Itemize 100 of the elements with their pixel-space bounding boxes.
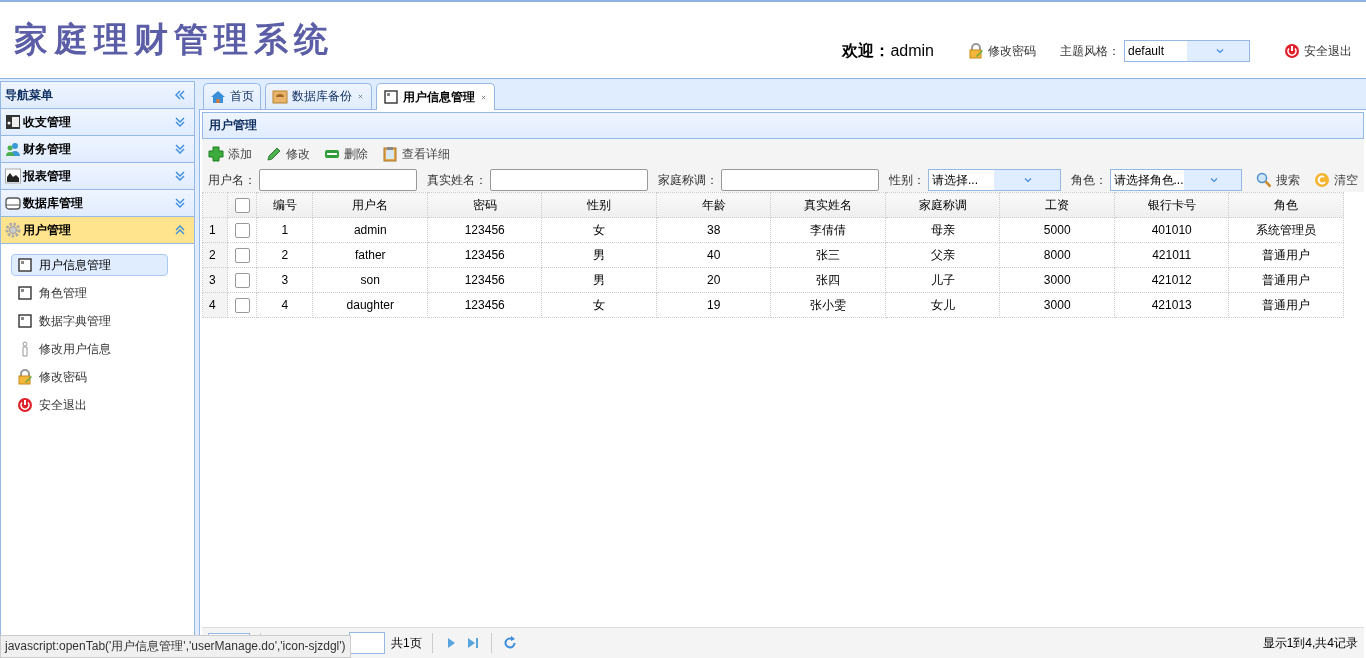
table-cell: 女: [541, 217, 657, 243]
change-password-link[interactable]: 修改密码: [968, 42, 1036, 60]
menu-section[interactable]: 财务管理: [1, 136, 194, 163]
tab[interactable]: 用户信息管理: [376, 83, 495, 110]
delete-button[interactable]: 删除: [324, 145, 368, 163]
table-cell: daughter: [312, 292, 428, 318]
column-header[interactable]: 密码: [427, 192, 542, 218]
input-field[interactable]: [490, 169, 648, 191]
close-icon: [356, 92, 365, 101]
undo-icon: [1314, 172, 1330, 188]
table-cell: 张四: [770, 267, 886, 293]
column-header[interactable]: 编号: [256, 192, 313, 218]
row-number: 1: [202, 217, 228, 243]
add-button[interactable]: 添加: [208, 145, 252, 163]
app-title: 家庭理财管理系统: [14, 18, 334, 61]
menu-item[interactable]: 安全退出: [11, 394, 168, 416]
logout-link[interactable]: 安全退出: [1284, 42, 1352, 60]
checkbox[interactable]: [234, 247, 250, 263]
table-cell: 123456: [427, 292, 542, 318]
column-header[interactable]: 性别: [541, 192, 657, 218]
table-cell: 8000: [999, 242, 1115, 268]
tab[interactable]: 首页: [203, 83, 261, 109]
table-cell: 123456: [427, 217, 542, 243]
theme-select[interactable]: default: [1124, 40, 1250, 62]
plus-icon: [208, 146, 224, 162]
column-header[interactable]: 角色: [1228, 192, 1344, 218]
window-icon: [383, 89, 399, 105]
theme-label: 主题风格：: [1060, 42, 1120, 60]
checkbox[interactable]: [234, 297, 250, 313]
user-name: admin: [890, 42, 934, 60]
table-cell: 4: [256, 292, 313, 318]
power-icon: [1284, 43, 1300, 59]
table-cell: 40: [656, 242, 771, 268]
page-count: 共1页: [391, 634, 422, 652]
table-cell: admin: [312, 217, 428, 243]
checkbox[interactable]: [234, 222, 250, 238]
select-field[interactable]: 请选择...: [928, 169, 1061, 191]
table-cell: son: [312, 267, 428, 293]
column-header[interactable]: 用户名: [312, 192, 428, 218]
power-icon: [17, 397, 33, 413]
menu-section[interactable]: 报表管理: [1, 163, 194, 190]
search-icon: [1256, 172, 1272, 188]
menu-item[interactable]: 修改密码: [11, 366, 168, 388]
search-button[interactable]: 搜索: [1256, 171, 1300, 189]
clear-button[interactable]: 清空: [1314, 171, 1358, 189]
menu-item[interactable]: 角色管理: [11, 282, 168, 304]
input-field[interactable]: [721, 169, 879, 191]
table-cell: 张小雯: [770, 292, 886, 318]
column-header[interactable]: 家庭称调: [885, 192, 1000, 218]
menu-section[interactable]: 收支管理: [1, 109, 194, 136]
home-icon: [210, 88, 226, 105]
details-button[interactable]: 查看详细: [382, 145, 450, 163]
menu-item[interactable]: 数据字典管理: [11, 310, 168, 332]
filter-label: 性别：: [889, 171, 925, 189]
table-cell: 421012: [1114, 267, 1229, 293]
package-icon: [272, 88, 288, 105]
filter-label: 角色：: [1070, 171, 1107, 189]
people-icon: [5, 141, 21, 157]
lock-edit-icon: [17, 369, 33, 385]
menu-item[interactable]: 用户信息管理: [11, 254, 168, 276]
checkbox[interactable]: [234, 197, 250, 213]
window-icon: [17, 285, 33, 301]
table-cell: 普通用户: [1228, 292, 1344, 318]
table-cell: father: [312, 242, 428, 268]
column-header[interactable]: 工资: [999, 192, 1115, 218]
table-cell: 普通用户: [1228, 267, 1344, 293]
row-number: 2: [202, 242, 228, 268]
clipboard-icon: [382, 146, 398, 162]
table-cell: 5000: [999, 217, 1115, 243]
menu-section[interactable]: 用户管理: [1, 217, 194, 244]
table-cell: 系统管理员: [1228, 217, 1344, 243]
table-cell: 张三: [770, 242, 886, 268]
lock-edit-icon: [968, 43, 984, 59]
menu-item[interactable]: 修改用户信息: [11, 338, 168, 360]
column-header[interactable]: 年龄: [656, 192, 771, 218]
table-cell: 1: [256, 217, 313, 243]
table-cell: 3000: [999, 267, 1115, 293]
table-cell: 2: [256, 242, 313, 268]
table-cell: 3000: [999, 292, 1115, 318]
table-cell: 女儿: [885, 292, 1000, 318]
input-field[interactable]: [259, 169, 417, 191]
row-number: 3: [202, 267, 228, 293]
window-icon: [17, 257, 33, 273]
select-field[interactable]: 请选择角色...: [1109, 169, 1242, 191]
window-icon: [17, 313, 33, 329]
filter-label: 家庭称调：: [658, 171, 718, 189]
checkbox[interactable]: [234, 272, 250, 288]
gear-icon: [5, 222, 21, 238]
menu-section[interactable]: 数据库管理: [1, 190, 194, 217]
table-cell: 421013: [1114, 292, 1229, 318]
edit-button[interactable]: 修改: [266, 145, 310, 163]
tab[interactable]: 数据库备份: [265, 83, 372, 109]
page-input[interactable]: [349, 632, 385, 654]
welcome-label: 欢迎：: [842, 40, 891, 61]
area-chart-icon: [5, 168, 21, 184]
table-cell: 母亲: [885, 217, 1000, 243]
column-header[interactable]: 银行卡号: [1114, 192, 1229, 218]
row-number: 4: [202, 292, 228, 318]
column-header[interactable]: 真实姓名: [770, 192, 886, 218]
table-cell: 李倩倩: [770, 217, 886, 243]
